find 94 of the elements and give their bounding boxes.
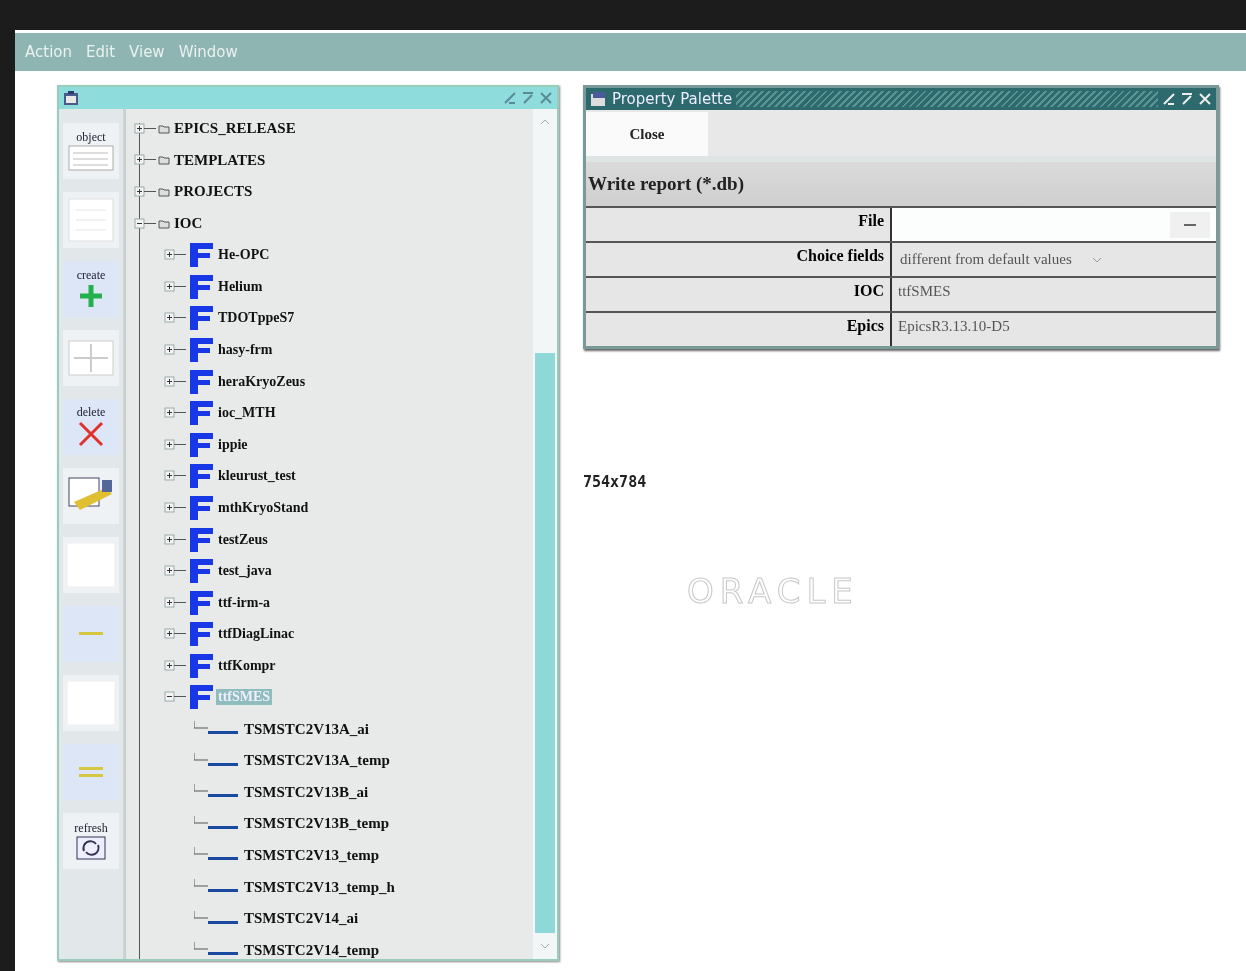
- section-heading: Write report (*.db): [586, 162, 1216, 206]
- dropdown-caret-icon: [1091, 256, 1102, 263]
- tree-item[interactable]: test_java: [216, 563, 274, 580]
- list-icon: [68, 145, 114, 171]
- tree-item[interactable]: ttfDiagLinac: [216, 626, 297, 643]
- tree-item[interactable]: PROJECTS: [172, 183, 255, 201]
- expander-icon[interactable]: [164, 312, 186, 325]
- tree-item[interactable]: Helium: [216, 278, 265, 295]
- form-icon: [188, 652, 214, 679]
- toolbar-button[interactable]: create: [63, 261, 119, 317]
- toolbar-button[interactable]: delete: [63, 399, 119, 455]
- toolbar-button[interactable]: object: [63, 123, 119, 179]
- tree-item[interactable]: ippie: [216, 436, 250, 453]
- property-label: Choice fields: [586, 243, 892, 276]
- tree-item[interactable]: kleurust_test: [216, 468, 298, 485]
- expander-icon[interactable]: [164, 438, 186, 451]
- tree-item[interactable]: IOC: [172, 215, 205, 233]
- tree-item[interactable]: TSMSTC2V13A_temp: [242, 752, 392, 770]
- folder-icon: [158, 154, 170, 167]
- tree-item[interactable]: TSMSTC2V13B_ai: [242, 783, 371, 801]
- tree-item[interactable]: TSMSTC2V13B_temp: [242, 815, 391, 833]
- folder-icon: [158, 122, 170, 135]
- expander-icon[interactable]: [134, 217, 156, 230]
- window-icon: [590, 91, 608, 107]
- folder-icon: [158, 217, 170, 230]
- form-icon: [188, 368, 214, 395]
- form-icon: [188, 305, 214, 332]
- tree-item[interactable]: TSMSTC2V13_temp_h: [242, 878, 397, 896]
- size-label: 754x784: [583, 473, 647, 491]
- tree-item[interactable]: ttfKompr: [216, 657, 278, 674]
- tree-item[interactable]: ttf-irm-a: [216, 594, 273, 611]
- tree-item[interactable]: TSMSTC2V14_ai: [242, 910, 361, 928]
- property-value: ttfSMES: [897, 282, 952, 301]
- expander-icon[interactable]: [164, 407, 186, 420]
- form-icon: [188, 336, 214, 363]
- expander-icon[interactable]: [164, 343, 186, 356]
- browse-button[interactable]: [1170, 211, 1210, 238]
- scroll-thumb[interactable]: [535, 353, 555, 933]
- expander-icon[interactable]: [164, 659, 186, 672]
- expander-icon[interactable]: [164, 501, 186, 514]
- form-icon: [188, 526, 214, 553]
- tree-item[interactable]: TSMSTC2V13A_ai: [242, 720, 372, 738]
- refresh-icon: [76, 836, 106, 860]
- property-value: EpicsR3.13.10-D5: [897, 317, 1011, 336]
- form-icon: [188, 463, 214, 490]
- expander-icon[interactable]: [134, 122, 156, 135]
- form-icon: [188, 684, 214, 711]
- grid-icon: [68, 340, 114, 376]
- tree-item[interactable]: TEMPLATES: [172, 151, 268, 169]
- expander-icon[interactable]: [164, 249, 186, 262]
- expander-icon[interactable]: [164, 596, 186, 609]
- tree-item[interactable]: mthKryoStand: [216, 499, 311, 516]
- file-field[interactable]: [892, 208, 1216, 241]
- scrollbar[interactable]: [533, 109, 557, 959]
- line-icon: [79, 631, 103, 637]
- form-icon: [188, 558, 214, 585]
- form-icon: [188, 431, 214, 458]
- expander-icon[interactable]: [164, 691, 186, 704]
- property-label: IOC: [586, 278, 892, 311]
- expander-icon[interactable]: [164, 470, 186, 483]
- tree-item[interactable]: TSMSTC2V14_temp: [242, 941, 381, 959]
- expander-icon[interactable]: [134, 186, 156, 198]
- form-icon: [188, 589, 214, 616]
- expander-icon[interactable]: [164, 533, 186, 546]
- expander-icon[interactable]: [134, 154, 156, 167]
- expander-icon[interactable]: [164, 565, 186, 578]
- form-icon: [188, 242, 214, 269]
- form-icon: [188, 621, 214, 648]
- form-icon: [188, 400, 214, 427]
- cross-icon: [77, 420, 105, 448]
- tree-item[interactable]: testZeus: [216, 531, 270, 548]
- form-icon: [188, 273, 214, 300]
- tree-item[interactable]: EPICS_RELEASE: [172, 120, 298, 138]
- tree-item[interactable]: heraKryoZeus: [216, 373, 308, 390]
- tree-item[interactable]: He-OPC: [216, 247, 272, 264]
- window-icon: [63, 90, 79, 106]
- toolbar-button[interactable]: [63, 468, 119, 524]
- toolbar-button[interactable]: refresh: [63, 813, 119, 869]
- close-button[interactable]: Close: [586, 112, 708, 156]
- plus-icon: [78, 283, 104, 309]
- tree-item[interactable]: ioc_MTH: [216, 405, 278, 422]
- window-title: Property Palette: [612, 90, 733, 108]
- sheet-icon: [68, 198, 114, 242]
- tree-item[interactable]: hasy-frm: [216, 341, 275, 358]
- expander-icon[interactable]: [164, 375, 186, 388]
- property-label: Epics: [586, 313, 892, 346]
- expander-icon[interactable]: [164, 280, 186, 293]
- form-icon: [188, 494, 214, 521]
- folder-icon: [158, 186, 170, 198]
- choice-dropdown[interactable]: different from default values: [892, 243, 1216, 276]
- equals-icon: [79, 765, 103, 779]
- tree-item[interactable]: TSMSTC2V13_temp: [242, 846, 381, 864]
- expander-icon[interactable]: [164, 628, 186, 641]
- tree-item[interactable]: TDOTppeS7: [216, 310, 297, 327]
